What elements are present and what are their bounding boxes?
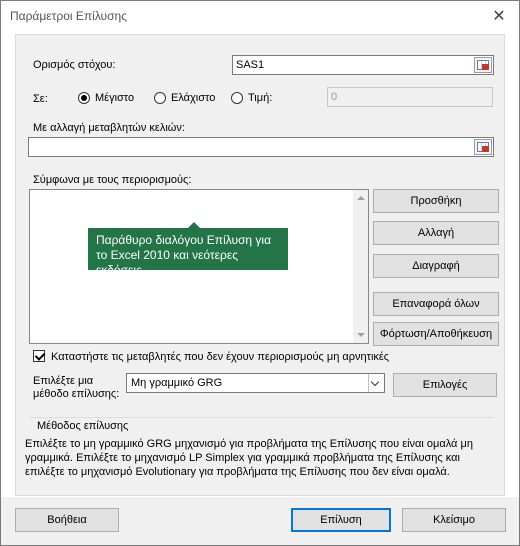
method-label-line2: μέθοδο επίλυσης:	[33, 388, 120, 400]
solving-method-value: Μη γραμμικό GRG	[131, 377, 223, 389]
objective-label: Ορισμός στόχου:	[33, 59, 116, 71]
solver-parameters-dialog: Παράμετροι Επίλυσης ✕ Ορισμός στόχου: SA…	[0, 0, 520, 546]
solving-method-heading: Μέθοδος επίλυσης	[37, 420, 129, 432]
radio-value-of-label: Τιμή:	[248, 92, 273, 104]
range-selector-icon[interactable]	[474, 139, 492, 155]
scroll-up-icon[interactable]	[357, 196, 365, 200]
nonnegative-checkbox[interactable]	[33, 350, 45, 362]
load-save-button[interactable]: Φόρτωση/Αποθήκευση	[373, 322, 499, 346]
dialog-footer: Βοήθεια Επίλυση Κλείσιμο	[1, 497, 519, 545]
constraints-scrollbar[interactable]	[353, 190, 368, 343]
dialog-title: Παράμετροι Επίλυσης	[10, 9, 127, 23]
chevron-down-icon[interactable]	[368, 374, 384, 392]
nonnegative-label: Καταστήστε τις μεταβλητές που δεν έχουν …	[51, 351, 390, 363]
callout-note: Παράθυρο διαλόγου Επίλυση για το Excel 2…	[88, 222, 288, 277]
objective-field[interactable]: SAS1	[232, 55, 494, 75]
title-bar: Παράμετροι Επίλυσης ✕	[1, 1, 519, 31]
value-of-field[interactable]: 0	[327, 87, 493, 107]
close-button[interactable]: Κλείσιμο	[402, 508, 506, 532]
radio-max-label: Μέγιστο	[95, 92, 135, 104]
change-button[interactable]: Αλλαγή	[373, 221, 499, 245]
objective-value: SAS1	[236, 59, 265, 71]
variables-label: Με αλλαγή μεταβλητών κελιών:	[33, 122, 185, 134]
solving-method-select[interactable]: Μη γραμμικό GRG	[126, 373, 385, 393]
radio-max-indicator[interactable]	[78, 92, 90, 104]
scroll-down-icon[interactable]	[357, 333, 365, 337]
radio-value-of-indicator[interactable]	[231, 92, 243, 104]
range-selector-icon[interactable]	[474, 57, 492, 73]
solve-button[interactable]: Επίλυση	[291, 508, 391, 532]
radio-min-indicator[interactable]	[154, 92, 166, 104]
reset-all-button[interactable]: Επαναφορά όλων	[373, 292, 499, 316]
radio-max[interactable]: Μέγιστο	[78, 92, 134, 104]
to-label: Σε:	[33, 93, 48, 105]
method-label-line1: Επιλέξτε μια	[33, 375, 94, 387]
close-icon[interactable]: ✕	[490, 6, 508, 26]
variables-field[interactable]	[28, 137, 494, 157]
solving-method-description: Επιλέξτε το μη γραμμικό GRG μηχανισμό γι…	[25, 438, 473, 478]
radio-value-of[interactable]: Τιμή:	[231, 92, 272, 104]
value-of-value: 0	[331, 91, 338, 103]
help-button[interactable]: Βοήθεια	[15, 508, 119, 532]
radio-min-label: Ελάχιστο	[171, 92, 216, 104]
add-button[interactable]: Προσθήκη	[373, 189, 499, 213]
delete-button[interactable]: Διαγραφή	[373, 254, 499, 278]
constraints-label: Σύμφωνα με τους περιορισμούς:	[33, 174, 192, 186]
options-button[interactable]: Επιλογές	[393, 373, 497, 397]
radio-min[interactable]: Ελάχιστο	[154, 92, 215, 104]
dialog-body: Ορισμός στόχου: SAS1 Σε: Μέγιστο Ελάχιστ…	[15, 34, 505, 496]
